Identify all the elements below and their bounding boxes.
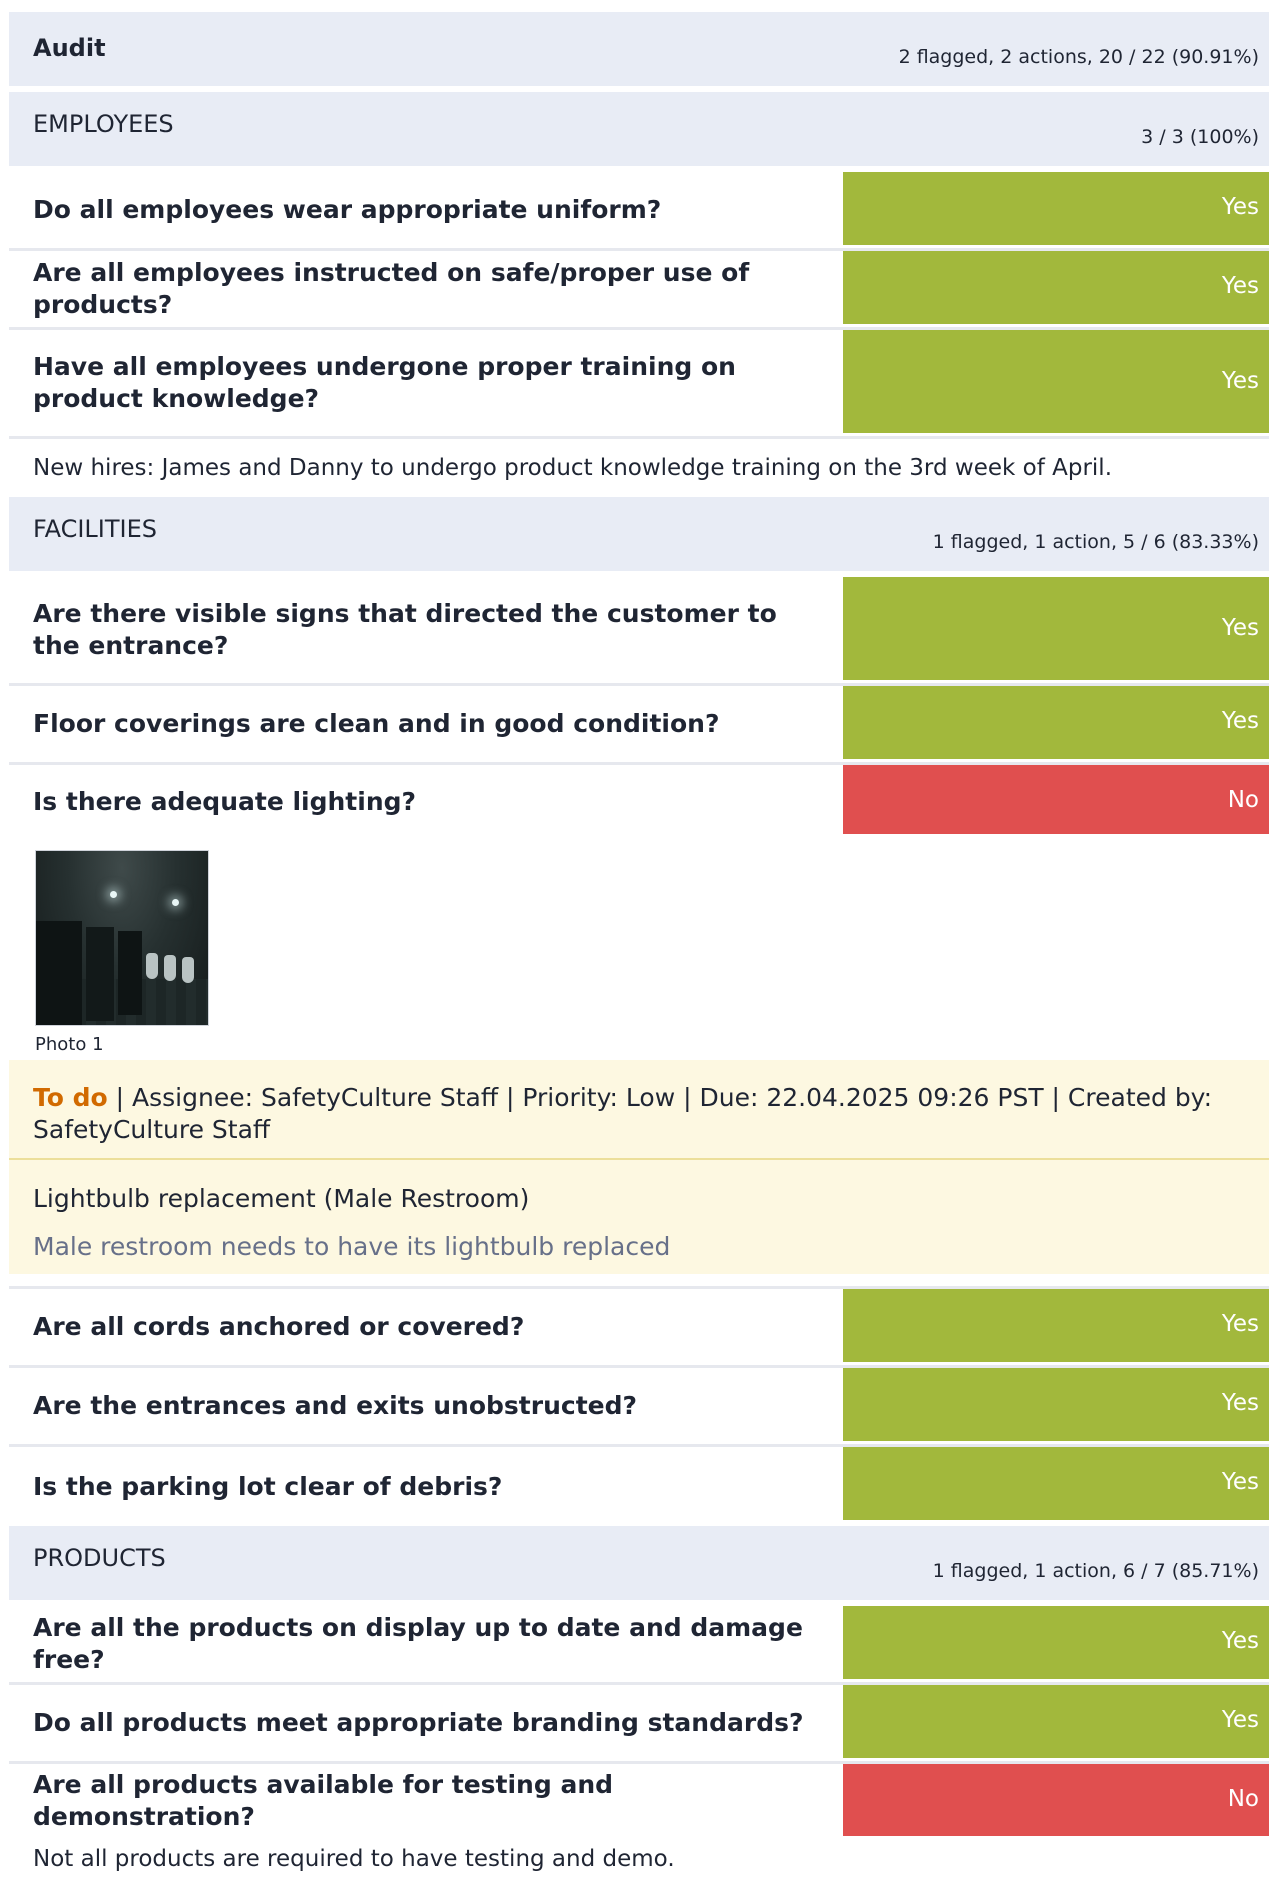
action-details: | Assignee: SafetyCulture Staff | Priori… [33,1083,1213,1144]
audit-title: Audit [33,34,106,62]
question-text: Do all products meet appropriate brandin… [33,1708,804,1737]
section-stats: 3 / 3 (100%) [1141,126,1259,148]
question-row: Have all employees undergone proper trai… [9,330,1269,439]
question-text: Do all employees wear appropriate unifor… [33,195,662,224]
answer-yes[interactable]: Yes [843,330,1269,433]
photo-attachment: Photo 1 [9,838,1269,1060]
answer-yes[interactable]: Yes [843,1368,1269,1441]
answer-no[interactable]: No [843,765,1269,834]
section-title: FACILITIES [33,515,158,543]
question-row: Are the entrances and exits unobstructed… [9,1368,1269,1447]
action-description: Male restroom needs to have its lightbul… [33,1232,671,1261]
question-row: Is there adequate lighting? No [9,765,1269,838]
section-title: PRODUCTS [33,1544,166,1572]
question-row: Are all the products on display up to da… [9,1606,1269,1685]
question-text: Are all products available for testing a… [33,1770,614,1831]
question-row: Do all employees wear appropriate unifor… [9,172,1269,251]
action-meta: To do | Assignee: SafetyCulture Staff | … [9,1060,1269,1160]
answer-yes[interactable]: Yes [843,1289,1269,1362]
question-text: Are all employees instructed on safe/pro… [33,258,750,319]
answer-yes[interactable]: Yes [843,1685,1269,1758]
action-status: To do [33,1083,108,1112]
audit-header: Audit 2 flagged, 2 actions, 20 / 22 (90.… [9,12,1269,86]
question-text: Floor coverings are clean and in good co… [33,709,720,738]
section-header-products: PRODUCTS 1 flagged, 1 action, 6 / 7 (85.… [9,1526,1269,1600]
answer-yes[interactable]: Yes [843,1606,1269,1679]
question-text: Are all cords anchored or covered? [33,1312,525,1341]
question-text: Are the entrances and exits unobstructed… [33,1391,638,1420]
question-row: Floor coverings are clean and in good co… [9,686,1269,765]
section-header-employees: EMPLOYEES 3 / 3 (100%) [9,92,1269,166]
answer-yes[interactable]: Yes [843,251,1269,324]
answer-no[interactable]: No [843,1764,1269,1836]
answer-yes[interactable]: Yes [843,172,1269,245]
question-row: Are all employees instructed on safe/pro… [9,251,1269,330]
question-row: Are all products available for testing a… [9,1764,1269,1838]
section-stats: 1 flagged, 1 action, 6 / 7 (85.71%) [932,1560,1259,1582]
question-row: Are there visible signs that directed th… [9,577,1269,686]
audit-report: Audit 2 flagged, 2 actions, 20 / 22 (90.… [9,12,1269,1880]
section-stats: 1 flagged, 1 action, 5 / 6 (83.33%) [932,531,1259,553]
answer-yes[interactable]: Yes [843,686,1269,759]
question-row: Do all products meet appropriate brandin… [9,1685,1269,1764]
section-header-facilities: FACILITIES 1 flagged, 1 action, 5 / 6 (8… [9,497,1269,571]
question-text: Are all the products on display up to da… [33,1613,803,1674]
question-text: Have all employees undergone proper trai… [33,352,736,413]
audit-stats: 2 flagged, 2 actions, 20 / 22 (90.91%) [898,46,1259,68]
section-title: EMPLOYEES [33,110,174,138]
question-row: Are all cords anchored or covered? Yes [9,1289,1269,1368]
question-note: New hires: James and Danny to undergo pr… [33,455,1113,481]
photo-caption: Photo 1 [35,1034,104,1055]
action-card[interactable]: To do | Assignee: SafetyCulture Staff | … [9,1060,1269,1274]
question-text: Is the parking lot clear of debris? [33,1471,503,1501]
restroom-photo[interactable] [35,850,209,1026]
question-text: Are there visible signs that directed th… [33,599,777,660]
answer-yes[interactable]: Yes [843,577,1269,680]
action-title: Lightbulb replacement (Male Restroom) [33,1184,530,1213]
question-text: Is there adequate lighting? [33,786,417,816]
question-note: Not all products are required to have te… [33,1846,675,1872]
answer-yes[interactable]: Yes [843,1447,1269,1520]
question-row: Is the parking lot clear of debris? Yes [9,1447,1269,1526]
